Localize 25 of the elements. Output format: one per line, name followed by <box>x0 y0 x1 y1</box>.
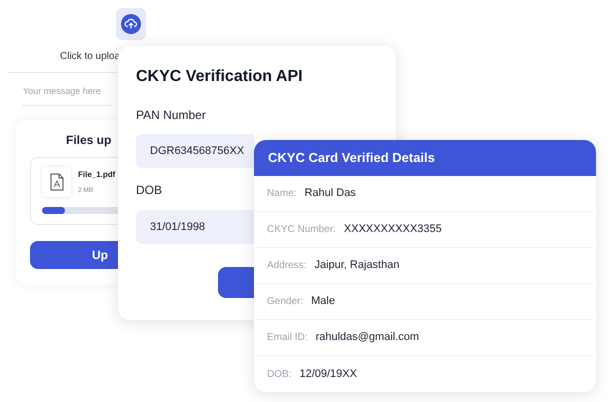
submit-button[interactable] <box>218 267 254 298</box>
detail-label: Name: <box>267 187 296 201</box>
input-field[interactable]: 31/01/1998 <box>136 210 254 244</box>
files-title: Files up <box>66 132 112 148</box>
detail-label: Gender: <box>267 295 304 309</box>
input-field[interactable]: DGR634568756XX <box>136 134 254 168</box>
pdf-file-icon <box>42 167 71 197</box>
upload-button[interactable]: Up <box>30 241 118 269</box>
detail-value: Jaipur, Rajasthan <box>314 258 400 274</box>
detail-value: Male <box>311 294 335 310</box>
cloud-upload-icon <box>121 14 141 34</box>
upload-tile[interactable] <box>116 8 146 40</box>
field-label: DOB <box>136 183 162 197</box>
card-title: CKYC Verification API <box>136 67 304 87</box>
field-label: PAN Number <box>136 108 206 122</box>
detail-label: Email ID: <box>267 331 308 345</box>
detail-value: Rahul Das <box>304 186 356 202</box>
detail-label: CKYC Number: <box>267 223 336 237</box>
detail-label: DOB: <box>267 368 292 382</box>
detail-value: 12/09/19XX <box>299 366 357 382</box>
file-name: File_1.pdf <box>78 169 116 181</box>
details-title: CKYC Card Verified Details <box>268 149 435 168</box>
detail-label: Address: <box>267 259 306 273</box>
detail-value: XXXXXXXXXX3355 <box>344 222 442 238</box>
detail-value: rahuldas@gmail.com <box>316 330 420 346</box>
